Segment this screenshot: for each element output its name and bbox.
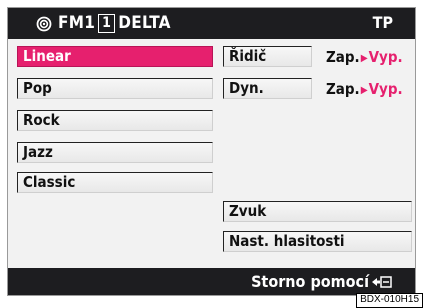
driver-toggle[interactable]: Zap.▶Vyp. bbox=[326, 48, 403, 68]
station-name: DELTA bbox=[118, 13, 171, 33]
selection-arrow-icon: ▶ bbox=[360, 53, 368, 64]
dynamic-toggle[interactable]: Zap.▶Vyp. bbox=[326, 80, 403, 100]
band-label: FM1 bbox=[58, 13, 96, 33]
status-bar: FM1 1 DELTA TP bbox=[8, 8, 415, 39]
preset-classic-button[interactable]: Classic bbox=[17, 172, 213, 193]
driver-on-option[interactable]: Zap. bbox=[326, 48, 360, 66]
sound-menu: Linear Pop Rock Jazz Classic Řidič Zap.▶… bbox=[8, 39, 415, 268]
volume-settings-button[interactable]: Nast. hlasitosti bbox=[223, 231, 412, 252]
preset-pop-button[interactable]: Pop bbox=[17, 78, 213, 99]
traffic-program-indicator: TP bbox=[372, 13, 393, 32]
station-info: FM1 1 DELTA bbox=[58, 12, 171, 34]
back-arrow-icon[interactable] bbox=[371, 275, 393, 289]
dynamic-setting-button[interactable]: Dyn. bbox=[223, 78, 312, 99]
driver-off-option[interactable]: Vyp. bbox=[369, 48, 403, 66]
hint-bar: Storno pomocí bbox=[8, 268, 415, 295]
figure-code: BDX-010H15 bbox=[356, 293, 423, 308]
selection-arrow-icon: ▶ bbox=[360, 85, 368, 96]
preset-linear-button[interactable]: Linear bbox=[17, 46, 213, 67]
dynamic-on-option[interactable]: Zap. bbox=[326, 80, 360, 98]
sound-button[interactable]: Zvuk bbox=[223, 201, 412, 222]
preset-number: 1 bbox=[98, 14, 116, 33]
driver-setting-button[interactable]: Řidič bbox=[223, 46, 312, 67]
preset-rock-button[interactable]: Rock bbox=[17, 110, 213, 131]
dynamic-off-option[interactable]: Vyp. bbox=[369, 80, 403, 98]
radio-wave-icon bbox=[36, 16, 52, 32]
cancel-hint: Storno pomocí bbox=[251, 272, 369, 291]
preset-jazz-button[interactable]: Jazz bbox=[17, 142, 213, 163]
infotainment-screen: FM1 1 DELTA TP Linear Pop Rock Jazz Classi… bbox=[0, 0, 423, 308]
